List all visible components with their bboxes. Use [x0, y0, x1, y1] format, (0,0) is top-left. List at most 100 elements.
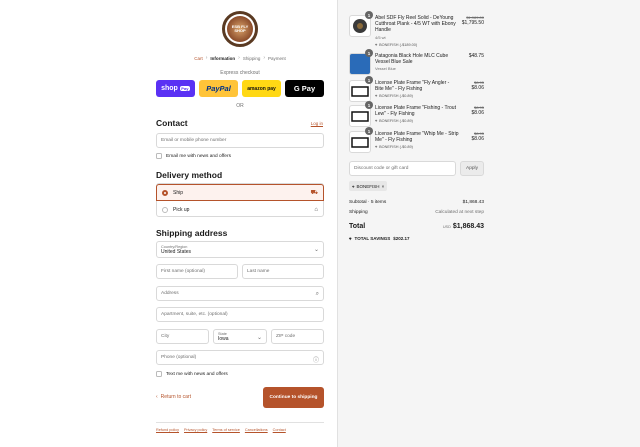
refund-policy-link[interactable]: Refund policy [156, 428, 179, 432]
item-discount-text: BONEFISH (-$189.00) [379, 42, 418, 47]
tag-icon: ⌖ [349, 236, 352, 241]
phone-placeholder: Phone (optional) [161, 355, 197, 360]
ship-radio[interactable] [162, 189, 168, 196]
phone-field[interactable]: Phone (optional) ⓘ [156, 350, 324, 365]
tag-icon: ⌖ [352, 183, 355, 189]
store-logo[interactable]: ESB FLY SHOP [222, 11, 258, 47]
terms-of-service-link[interactable]: Terms of service [212, 428, 240, 432]
item-final-price: $8.06 [471, 110, 484, 116]
delivery-option-ship[interactable]: Ship ⛟ [156, 184, 324, 201]
checkout-form-panel: ESB FLY SHOP Cart › Information › Shippi… [0, 0, 337, 447]
paypal-label: PayPal [206, 84, 231, 93]
amazon-pay-button[interactable]: amazon pay [242, 80, 281, 97]
delivery-options: Ship ⛟ Pick up ⌂ [156, 183, 324, 217]
continue-to-shipping-button[interactable]: Continue to shipping [263, 387, 324, 408]
item-variant: Vessel Blue [375, 66, 396, 72]
item-final-price: $8.06 [471, 85, 484, 91]
state-select[interactable]: State Iowa ⌄ [213, 329, 267, 344]
applied-code-text: BONEFISH [356, 183, 380, 189]
last-name-field[interactable]: Last name [242, 264, 324, 279]
apartment-field[interactable]: Apartment, suite, etc. (optional) [156, 307, 324, 322]
email-news-checkbox[interactable] [156, 153, 162, 159]
express-pay-buttons: shop Pay PayPal amazon pay G Pay [156, 80, 324, 97]
return-to-cart-link[interactable]: ‹ Return to cart [156, 394, 191, 400]
contact-heading: Contact [156, 118, 188, 128]
zip-field[interactable]: ZIP code [271, 329, 324, 344]
chevron-right-icon: › [263, 55, 266, 61]
subtotal-label: Subtotal · 5 items [349, 200, 387, 205]
shipping-row: Shipping Calculated at next step [349, 210, 484, 215]
sms-news-checkbox[interactable] [156, 371, 162, 377]
delivery-option-pickup[interactable]: Pick up ⌂ [157, 201, 323, 218]
shipping-heading: Shipping address [156, 228, 228, 238]
country-value: United States [161, 248, 192, 255]
item-discount: ⌖ BONEFISH (-$189.00) [375, 42, 459, 48]
total-value: $1,868.43 [452, 223, 484, 230]
logo-text: ESB FLY SHOP [231, 23, 249, 33]
item-discount: ⌖ BONEFISH (-$0.89) [375, 118, 459, 124]
chevron-left-icon: ‹ [156, 394, 158, 400]
google-pay-button[interactable]: G Pay [285, 80, 324, 97]
discount-code-input[interactable]: Discount code or gift card [349, 161, 456, 176]
city-field[interactable]: City [156, 329, 209, 344]
item-final-price: $48.75 [468, 53, 484, 59]
contact-link[interactable]: Contact [273, 428, 286, 432]
chevron-right-icon: › [205, 55, 208, 61]
email-news-label: Email me with news and offers [166, 153, 231, 159]
item-variant: 4/5 wt [375, 34, 386, 40]
apply-discount-button[interactable]: Apply [460, 161, 484, 176]
help-circle-icon[interactable]: ⓘ [313, 355, 319, 364]
footer-divider [156, 422, 324, 423]
country-select[interactable]: Country/Region United States ⌄ [156, 241, 324, 258]
first-name-field[interactable]: First name (optional) [156, 264, 238, 279]
total-savings: ⌖ TOTAL SAVINGS $202.17 [349, 236, 410, 241]
shop-pay-badge: Pay [179, 86, 190, 91]
sms-news-label: Text me with news and offers [166, 371, 228, 377]
chevron-down-icon: ⌄ [313, 247, 319, 253]
close-icon[interactable]: × [382, 184, 385, 189]
currency-code: USD [442, 225, 451, 229]
tag-icon: ⌖ [375, 42, 378, 47]
breadcrumb-cart[interactable]: Cart [194, 56, 203, 61]
quantity-badge: 1 [365, 101, 373, 109]
state-value: Iowa [218, 335, 229, 342]
cancellations-link[interactable]: Cancellations [245, 428, 268, 432]
return-to-cart-label: Return to cart [160, 394, 191, 400]
email-field[interactable]: Email or mobile phone number [156, 133, 324, 148]
express-checkout-label: Express checkout [220, 70, 260, 76]
pickup-radio[interactable] [162, 206, 168, 213]
item-discount-text: BONEFISH (-$0.89) [379, 119, 413, 124]
item-price: $8.95 $8.06 [438, 105, 484, 116]
total-amount: USD $1,868.43 [443, 223, 484, 230]
or-divider: OR [236, 103, 244, 109]
quantity-badge: 1 [365, 127, 373, 135]
subtotal-value: $1,868.43 [462, 200, 484, 205]
logo-emblem: ESB FLY SHOP [227, 16, 253, 42]
email-news-row[interactable]: Email me with news and offers [156, 153, 231, 159]
search-icon: ⌕ [315, 291, 319, 297]
footer-links: Refund policy Privacy policy Terms of se… [156, 428, 286, 432]
item-price: $48.75 [438, 53, 484, 59]
paypal-button[interactable]: PayPal [199, 80, 238, 97]
store-icon: ⌂ [314, 206, 318, 213]
sms-news-row[interactable]: Text me with news and offers [156, 371, 228, 377]
truck-icon: ⛟ [310, 189, 318, 196]
chevron-down-icon: ⌄ [256, 335, 262, 341]
address-field[interactable]: Address ⌕ [156, 286, 324, 301]
privacy-policy-link[interactable]: Privacy policy [184, 428, 207, 432]
tag-icon: ⌖ [375, 145, 378, 150]
amazon-pay-label: amazon pay [247, 85, 276, 92]
item-discount-text: BONEFISH (-$0.89) [379, 94, 413, 99]
quantity-badge: 1 [365, 76, 373, 84]
google-pay-label: G Pay [293, 84, 316, 93]
login-link[interactable]: Log in [311, 121, 323, 126]
pickup-label: Pick up [173, 206, 190, 213]
tag-icon: ⌖ [375, 119, 378, 124]
breadcrumb-information: Information [210, 55, 236, 61]
delivery-heading: Delivery method [156, 170, 223, 180]
shop-pay-button[interactable]: shop Pay [156, 80, 195, 97]
applied-discount-chip: ⌖ BONEFISH × [349, 181, 388, 191]
quantity-badge: 1 [365, 11, 373, 19]
item-price: $8.95 $8.06 [438, 80, 484, 91]
ship-label: Ship [173, 189, 184, 196]
